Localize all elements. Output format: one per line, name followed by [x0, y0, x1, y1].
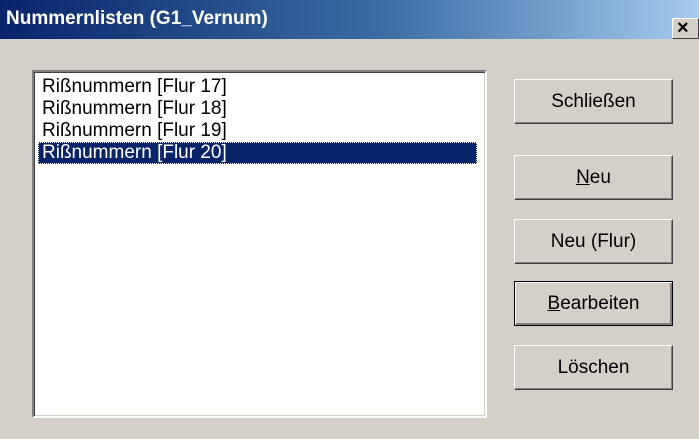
- new-flur-button[interactable]: Neu (Flur): [514, 219, 673, 264]
- list-item[interactable]: Rißnummern [Flur 19]: [38, 120, 227, 142]
- title-bar[interactable]: Nummernlisten (G1_Vernum) ×: [0, 0, 699, 39]
- close-window-button[interactable]: ×: [672, 17, 699, 39]
- delete-button[interactable]: Löschen: [514, 345, 673, 390]
- list-item[interactable]: Rißnummern [Flur 18]: [38, 98, 227, 120]
- number-list[interactable]: Rißnummern [Flur 17] Rißnummern [Flur 18…: [32, 70, 487, 418]
- list-item-selected[interactable]: Rißnummern [Flur 20]: [38, 142, 477, 164]
- new-label-rest: eu: [589, 167, 611, 188]
- new-accelerator: N: [576, 167, 590, 188]
- close-icon: ×: [677, 17, 689, 39]
- close-button[interactable]: Schließen: [514, 79, 673, 124]
- edit-button[interactable]: Bearbeiten: [514, 281, 673, 326]
- window-title: Nummernlisten (G1_Vernum): [6, 8, 268, 29]
- new-button[interactable]: Neu: [514, 155, 673, 200]
- edit-accelerator: B: [547, 293, 561, 314]
- list-item[interactable]: Rißnummern [Flur 17]: [38, 76, 227, 98]
- edit-label-rest: earbeiten: [560, 293, 640, 314]
